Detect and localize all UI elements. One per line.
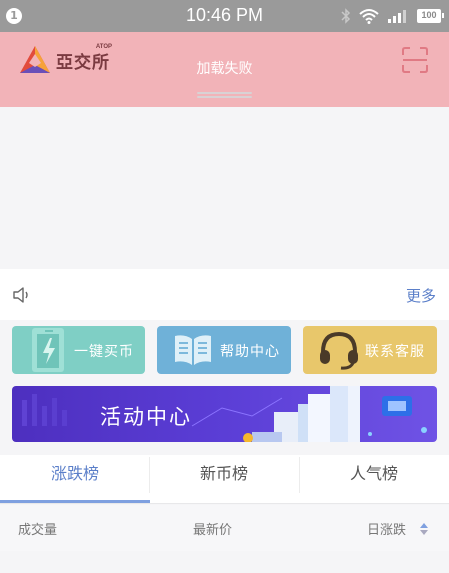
active-tab-indicator: [0, 500, 150, 503]
banner-load-failed-text: 加载失败: [196, 61, 253, 77]
volume-column-header[interactable]: 成交量: [18, 519, 57, 538]
status-icons: 100: [341, 7, 444, 25]
battery-icon: 100: [417, 9, 444, 23]
quick-buy-label: 一键买币: [74, 344, 134, 360]
banner-area[interactable]: 亞交所 ATOP 加载失败: [0, 32, 449, 269]
signal-icon: [388, 10, 406, 23]
banner-header: 亞交所 ATOP 加载失败: [0, 32, 449, 107]
phone-charge-icon: [32, 328, 64, 372]
tab-gainers[interactable]: 涨跌榜: [0, 455, 150, 503]
activity-center-title: 活动中心: [100, 405, 192, 429]
market-table-header: 成交量 最新价 日涨跌: [0, 505, 449, 551]
scan-icon[interactable]: [401, 46, 429, 74]
bluetooth-icon: [341, 8, 351, 24]
quick-buy-button[interactable]: 一键买币: [12, 326, 145, 374]
status-bar: 1 10:46 PM 100: [0, 0, 449, 32]
loading-placeholder: [197, 92, 252, 102]
headset-icon: [320, 331, 358, 370]
open-book-icon: [175, 335, 211, 365]
daily-change-column-header[interactable]: 日涨跌: [367, 519, 406, 538]
tab-popular[interactable]: 人气榜: [299, 455, 449, 503]
logo-subtext: ATOP: [95, 43, 112, 50]
help-center-button[interactable]: 帮助中心: [157, 326, 291, 374]
latest-price-column-header[interactable]: 最新价: [193, 519, 232, 538]
activity-center-banner[interactable]: 活动中心: [12, 386, 437, 442]
contact-support-label: 联系客服: [365, 344, 425, 360]
activity-decor-icon: [22, 386, 427, 442]
ranking-tabs: 涨跌榜 新币榜 人气榜: [0, 455, 449, 504]
notice-bar: 更多: [0, 269, 449, 320]
speaker-icon: [13, 287, 28, 303]
contact-support-button[interactable]: 联系客服: [303, 326, 437, 374]
wifi-icon: [359, 9, 379, 24]
sort-icon[interactable]: [419, 522, 429, 536]
help-center-label: 帮助中心: [220, 344, 280, 360]
tab-new-coins[interactable]: 新币榜: [149, 455, 299, 503]
more-link[interactable]: 更多: [406, 285, 436, 306]
